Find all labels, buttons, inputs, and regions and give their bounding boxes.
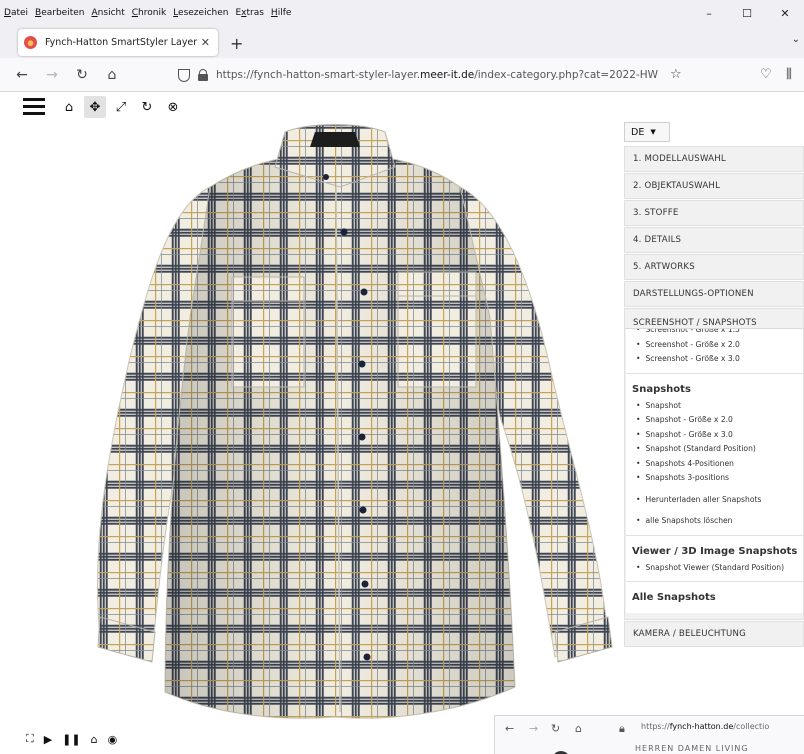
menu-bar: Datei Bearbeiten Ansicht Chronik Lesezei… <box>0 0 804 26</box>
window-controls: – ☐ ✕ <box>690 0 804 26</box>
forward-icon[interactable]: → <box>529 722 538 735</box>
shirt-button <box>361 580 369 588</box>
viewer-toolbar: ⌂ ✥ ⤢ ↻ ⊗ <box>58 96 188 118</box>
fullscreen-icon[interactable]: ⛶ <box>26 732 34 746</box>
shirt-button <box>363 653 371 661</box>
download-all-snapshots-link[interactable]: Herunterladen aller Snapshots <box>636 493 803 508</box>
screenshot-snapshot-list: Screenshot - Größe x 1.5 Screenshot - Gr… <box>626 329 803 613</box>
section-stoffe[interactable]: 3. STOFFE <box>624 200 804 226</box>
section-kamera-beleuchtung[interactable]: KAMERA / BELEUCHTUNG <box>624 621 804 647</box>
3d-viewer[interactable]: ⌂ ✥ ⤢ ↻ ⊗ DE ▼ 1. MODELLAUSWAHL 2. OBJEK… <box>0 92 804 754</box>
pause-icon[interactable]: ❚❚ <box>62 733 80 746</box>
menu-chronik[interactable]: Chronik <box>132 8 166 18</box>
second-window-url[interactable]: https://fynch-hatton.de/collectio <box>641 722 769 731</box>
pocket-icon[interactable]: ♡ <box>760 67 772 82</box>
section-objektauswahl[interactable]: 2. OBJEKTAUSWAHL <box>624 173 804 199</box>
target-icon[interactable]: ⊗ <box>162 96 184 118</box>
home-icon[interactable]: ⌂ <box>91 733 98 746</box>
shirt-button <box>358 433 366 441</box>
move-icon[interactable]: ✥ <box>84 96 106 118</box>
snapshot-item[interactable]: Snapshots 3-positions <box>636 471 803 486</box>
section-screenshot-header[interactable]: SCREENSHOT / SNAPSHOTS <box>625 309 803 329</box>
tab-bar: Fynch-Hatton SmartStyler Layer ✕ + ⌄ <box>0 26 804 58</box>
url-bar[interactable]: https://fynch-hatton-smart-styler-layer.… <box>178 63 700 87</box>
screenshot-item[interactable]: Screenshot - Größe x 3.0 <box>636 352 803 367</box>
section-details[interactable]: 4. DETAILS <box>624 227 804 253</box>
bookmark-star-icon[interactable]: ☆ <box>670 67 682 82</box>
tab-close-icon[interactable]: ✕ <box>201 36 210 49</box>
camera-icon[interactable]: ◉ <box>108 733 118 746</box>
url-suffix: /index-category.php?cat=2022-HW <box>474 69 658 81</box>
lock-icon[interactable]: 🔒︎ <box>619 722 625 736</box>
url-domain: meer-it.de <box>420 69 475 81</box>
snapshot-item[interactable]: Snapshot <box>636 399 803 414</box>
divider <box>626 581 803 582</box>
menu-extras[interactable]: Extras <box>235 8 263 18</box>
menu-lesezeichen[interactable]: Lesezeichen <box>173 8 228 18</box>
snapshots-heading: Snapshots <box>632 383 691 395</box>
home-icon[interactable]: ⌂ <box>58 96 80 118</box>
hamburger-menu-icon[interactable] <box>23 98 45 116</box>
caret-down-icon: ▼ <box>650 128 656 136</box>
minimize-button[interactable]: – <box>690 7 728 20</box>
maximize-button[interactable]: ☐ <box>728 7 766 20</box>
lock-icon[interactable] <box>198 69 208 81</box>
expand-icon[interactable]: ⤢ <box>110 96 132 118</box>
back-icon[interactable]: ← <box>505 722 514 735</box>
snapshot-item[interactable]: Snapshot - Größe x 3.0 <box>636 428 803 443</box>
tab-title: Fynch-Hatton SmartStyler Layer <box>45 37 198 48</box>
play-icon[interactable]: ▶ <box>44 733 52 746</box>
divider <box>626 534 803 536</box>
close-window-button[interactable]: ✕ <box>766 7 804 20</box>
library-icon[interactable]: ⫼ <box>786 67 792 82</box>
snapshot-item[interactable]: Snapshot (Standard Position) <box>636 442 803 457</box>
second-window-menu: HERREN DAMEN LIVING <box>635 744 749 753</box>
firefox-favicon-icon <box>24 36 37 49</box>
forward-button[interactable]: → <box>44 67 60 83</box>
shirt-button <box>359 506 367 514</box>
divider <box>626 372 803 374</box>
second-browser-window[interactable]: ← → ↻ ⌂ 🔒︎ https://fynch-hatton.de/colle… <box>494 715 804 754</box>
shirt-button <box>340 228 348 236</box>
delete-all-snapshots-link[interactable]: alle Snapshots löschen <box>636 514 803 529</box>
section-darstellungs-optionen[interactable]: DARSTELLUNGS-OPTIONEN <box>624 281 804 307</box>
language-select[interactable]: DE ▼ <box>624 122 670 142</box>
section-screenshot-snapshots: SCREENSHOT / SNAPSHOTS Screenshot - Größ… <box>624 308 804 620</box>
reload-icon[interactable]: ↻ <box>551 722 560 735</box>
config-panel: DE ▼ 1. MODELLAUSWAHL 2. OBJEKTAUSWAHL 3… <box>624 122 804 648</box>
section-artworks[interactable]: 5. ARTWORKS <box>624 254 804 280</box>
snapshot-item[interactable]: Snapshot - Größe x 2.0 <box>636 413 803 428</box>
snapshot-viewer-link[interactable]: Snapshot Viewer (Standard Position) <box>636 561 803 576</box>
fynch-hatton-logo-icon <box>543 743 579 754</box>
accordion: 1. MODELLAUSWAHL 2. OBJEKTAUSWAHL 3. STO… <box>624 146 804 647</box>
url-prefix: https://fynch-hatton-smart-styler-layer. <box>216 69 421 81</box>
menu-datei[interactable]: Datei <box>4 8 28 18</box>
shirt-button <box>323 174 329 180</box>
shirt-button <box>358 360 366 368</box>
player-controls: ⛶ ▶ ❚❚ ⌂ ◉ <box>26 732 127 746</box>
reload-icon[interactable]: ↻ <box>136 96 158 118</box>
reload-button[interactable]: ↻ <box>74 67 90 83</box>
back-button[interactable]: ← <box>14 67 30 83</box>
menu-bearbeiten[interactable]: Bearbeiten <box>35 8 84 18</box>
all-snapshots-heading[interactable]: Alle Snapshots <box>632 592 803 603</box>
home-button[interactable]: ⌂ <box>104 67 120 83</box>
tab-list-chevron-icon[interactable]: ⌄ <box>792 34 800 45</box>
screenshot-item[interactable]: Screenshot - Größe x 1.5 <box>636 329 803 338</box>
new-tab-button[interactable]: + <box>230 34 243 53</box>
screenshot-item[interactable]: Screenshot - Größe x 2.0 <box>636 338 803 353</box>
shirt-button <box>360 288 368 296</box>
viewer-snapshots-heading: Viewer / 3D Image Snapshots <box>632 545 798 557</box>
home-icon[interactable]: ⌂ <box>575 722 582 735</box>
language-value: DE <box>631 126 645 138</box>
section-modellauswahl[interactable]: 1. MODELLAUSWAHL <box>624 146 804 172</box>
shirt-3d-model[interactable] <box>60 117 630 727</box>
menu-hilfe[interactable]: Hilfe <box>271 8 292 18</box>
menu-ansicht[interactable]: Ansicht <box>92 8 125 18</box>
tracking-shield-icon[interactable] <box>178 68 190 82</box>
snapshot-item[interactable]: Snapshots 4-Positionen <box>636 457 803 472</box>
tab-smartstyler[interactable]: Fynch-Hatton SmartStyler Layer ✕ <box>18 29 218 56</box>
navigation-bar: ← → ↻ ⌂ https://fynch-hatton-smart-style… <box>0 58 804 92</box>
